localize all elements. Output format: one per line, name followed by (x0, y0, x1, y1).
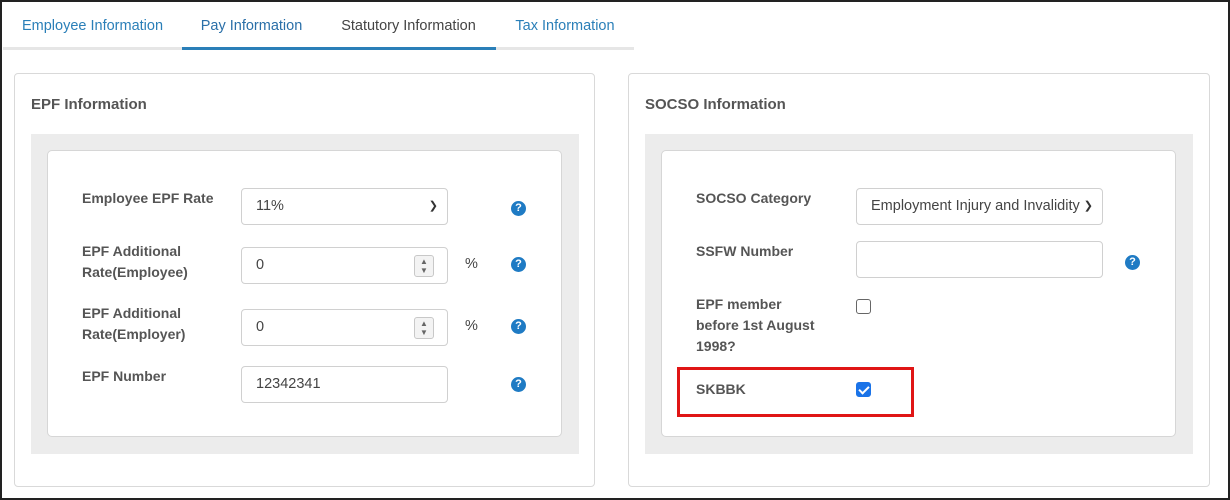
socso-panel: SOCSO Information SOCSO Category Employm… (628, 73, 1210, 487)
epf-number-label: EPF Number (82, 368, 167, 384)
ssfw-number-label: SSFW Number (696, 243, 794, 259)
socso-category-value: Employment Injury and Invalidity (871, 198, 1080, 214)
chevron-down-icon: ❯ (428, 200, 438, 212)
tab-tax-information[interactable]: Tax Information (496, 6, 634, 50)
epf-additional-employer-label: EPF Additional Rate(Employer) (82, 303, 185, 345)
epf-card: Employee EPF Rate 11% ❯ ? EPF Additional… (47, 150, 562, 437)
skbbk-label: SKBBK (696, 381, 746, 397)
tab-statutory-information[interactable]: Statutory Information (321, 6, 496, 50)
socso-panel-title: SOCSO Information (645, 96, 786, 113)
epf-additional-employee-label-line2: Rate(Employee) (82, 264, 188, 280)
question-circle-icon[interactable]: ? (1125, 255, 1140, 270)
skbbk-checkbox[interactable] (856, 382, 871, 397)
epf-member-label-line2: before 1st August (696, 317, 815, 333)
percent-symbol: % (465, 256, 478, 272)
employee-epf-rate-select[interactable]: 11% ❯ (241, 188, 448, 225)
spinner-arrows-icon[interactable]: ▲ ▼ (414, 317, 434, 339)
epf-additional-employer-label-line1: EPF Additional (82, 305, 182, 321)
epf-additional-employer-input[interactable]: 0 ▲ ▼ (241, 309, 448, 346)
epf-member-label-line1: EPF member (696, 296, 782, 312)
epf-additional-employee-input[interactable]: 0 ▲ ▼ (241, 247, 448, 284)
epf-additional-employee-label-line1: EPF Additional (82, 243, 182, 259)
epf-additional-employee-label: EPF Additional Rate(Employee) (82, 241, 188, 283)
employee-epf-rate-label: Employee EPF Rate (82, 190, 214, 206)
epf-number-value: 12342341 (256, 376, 321, 392)
question-circle-icon[interactable]: ? (511, 377, 526, 392)
socso-category-select[interactable]: Employment Injury and Invalidity ❯ (856, 188, 1103, 225)
socso-category-label: SOCSO Category (696, 190, 812, 206)
percent-symbol: % (465, 318, 478, 334)
epf-member-label-line3: 1998? (696, 338, 736, 354)
tab-employee-information[interactable]: Employee Information (3, 6, 182, 50)
epf-additional-employer-value: 0 (256, 319, 265, 335)
epf-panel-title: EPF Information (31, 96, 147, 113)
spinner-arrows-icon[interactable]: ▲ ▼ (414, 255, 434, 277)
epf-panel-body: Employee EPF Rate 11% ❯ ? EPF Additional… (31, 134, 579, 454)
employee-epf-rate-value: 11% (256, 198, 284, 214)
active-tab-indicator (182, 47, 496, 50)
epf-additional-employer-label-line2: Rate(Employer) (82, 326, 186, 342)
chevron-down-icon: ❯ (1080, 189, 1093, 224)
epf-panel: EPF Information Employee EPF Rate 11% ❯ … (14, 73, 595, 487)
ssfw-number-input[interactable] (856, 241, 1103, 278)
tab-bar: Employee Information Pay Information Sta… (3, 6, 634, 50)
epf-additional-employee-value: 0 (256, 257, 265, 273)
epf-member-checkbox[interactable] (856, 299, 871, 314)
socso-panel-body: SOCSO Category Employment Injury and Inv… (645, 134, 1193, 454)
question-circle-icon[interactable]: ? (511, 201, 526, 216)
question-circle-icon[interactable]: ? (511, 257, 526, 272)
socso-card: SOCSO Category Employment Injury and Inv… (661, 150, 1176, 437)
question-circle-icon[interactable]: ? (511, 319, 526, 334)
epf-number-input[interactable]: 12342341 (241, 366, 448, 403)
epf-member-label: EPF member before 1st August 1998? (696, 294, 815, 357)
tab-pay-information[interactable]: Pay Information (182, 6, 321, 50)
